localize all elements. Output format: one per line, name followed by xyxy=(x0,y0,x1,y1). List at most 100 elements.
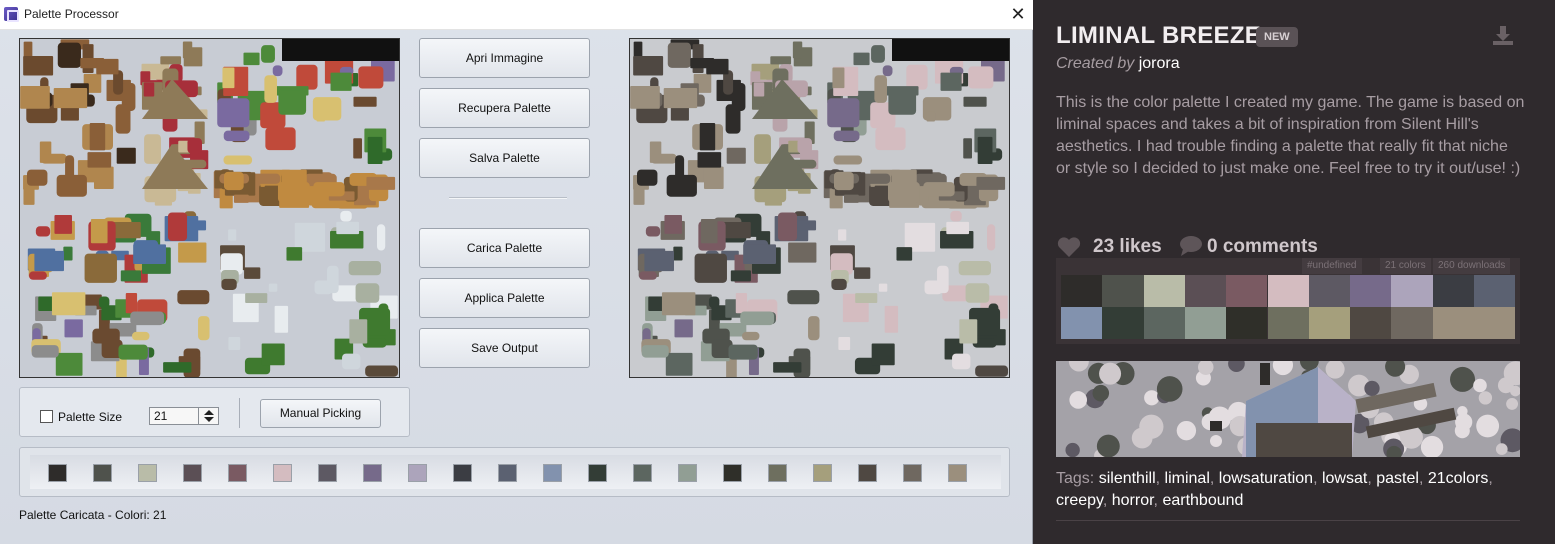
close-button[interactable]: ✕ xyxy=(1008,4,1028,24)
tag-link[interactable]: pastel xyxy=(1376,470,1419,487)
save-palette-button[interactable]: Salva Palette xyxy=(419,138,590,178)
palette-swatch[interactable] xyxy=(498,464,517,482)
palette-cell xyxy=(1184,307,1227,339)
status-text: Palette Caricata - Colori: 21 xyxy=(19,508,167,522)
tag-link[interactable]: creepy xyxy=(1056,492,1103,509)
palette-swatch[interactable] xyxy=(183,464,202,482)
recover-palette-button[interactable]: Recupera Palette xyxy=(419,88,590,128)
palette-size-label: Palette Size xyxy=(58,410,123,424)
tag-link[interactable]: silenthill xyxy=(1099,470,1156,487)
palette-cell xyxy=(1184,275,1227,307)
palette-cell xyxy=(1102,307,1144,339)
palette-cell xyxy=(1267,307,1309,339)
palette-swatch[interactable] xyxy=(228,464,247,482)
palette-info-panel: LIMINAL BREEZE NEW Created by jorora Thi… xyxy=(1034,0,1555,544)
palette-title: LIMINAL BREEZE xyxy=(1056,22,1262,49)
spinner-up-icon[interactable] xyxy=(204,410,214,415)
palette-size-checkbox[interactable] xyxy=(40,410,53,423)
apply-palette-button[interactable]: Applica Palette xyxy=(419,278,590,318)
palette-swatch[interactable] xyxy=(948,464,967,482)
options-group: Palette Size 21 Manual Picking xyxy=(19,387,410,437)
palette-swatch[interactable] xyxy=(48,464,67,482)
tag-link[interactable]: horror xyxy=(1112,492,1154,509)
palette-swatch[interactable] xyxy=(633,464,652,482)
palette-processor-window: Palette Processor ✕ Apri Immagine Recupe… xyxy=(0,0,1033,544)
open-image-button[interactable]: Apri Immagine xyxy=(419,38,590,78)
palette-swatch[interactable] xyxy=(813,464,832,482)
comment-icon[interactable] xyxy=(1178,234,1204,258)
palette-swatch[interactable] xyxy=(678,464,697,482)
palette-cell xyxy=(1350,275,1392,307)
palette-color-count: 21 colors xyxy=(1380,258,1431,274)
palette-strip-inner xyxy=(30,455,1001,489)
palette-cell xyxy=(1226,307,1268,339)
palette-cell xyxy=(1143,307,1185,339)
palette-cell xyxy=(1102,275,1144,307)
palette-swatch[interactable] xyxy=(408,464,427,482)
title-bar: Palette Processor ✕ xyxy=(0,0,1033,30)
palette-swatch[interactable] xyxy=(768,464,787,482)
palette-cell xyxy=(1432,307,1516,339)
author-link[interactable]: jorora xyxy=(1139,55,1180,72)
palette-cell xyxy=(1061,307,1103,339)
palette-swatch[interactable] xyxy=(453,464,472,482)
save-output-button[interactable]: Save Output xyxy=(419,328,590,368)
vertical-separator xyxy=(239,398,240,428)
tag-link[interactable]: lowsat xyxy=(1322,470,1367,487)
created-by: Created by jorora xyxy=(1056,55,1180,73)
palette-swatch[interactable] xyxy=(858,464,877,482)
palette-swatch[interactable] xyxy=(363,464,382,482)
palette-swatch-grid xyxy=(1061,275,1516,339)
palette-cell xyxy=(1308,275,1351,307)
palette-downloads: 260 downloads xyxy=(1433,258,1511,274)
palette-description: This is the color palette I created my g… xyxy=(1056,94,1525,177)
palette-cell xyxy=(1350,307,1392,339)
palette-swatch[interactable] xyxy=(543,464,562,482)
palette-cell xyxy=(1226,275,1268,307)
bottom-divider xyxy=(1056,520,1520,521)
palette-strip xyxy=(19,447,1010,497)
palette-cell xyxy=(1061,275,1103,307)
palette-swatch[interactable] xyxy=(273,464,292,482)
input-tileset-image xyxy=(20,39,399,377)
spinner-down-icon[interactable] xyxy=(204,417,214,422)
palette-swatch[interactable] xyxy=(903,464,922,482)
separator xyxy=(449,197,567,199)
palette-swatch[interactable] xyxy=(93,464,112,482)
download-icon[interactable] xyxy=(1492,24,1514,46)
palette-swatch[interactable] xyxy=(588,464,607,482)
palette-cell xyxy=(1391,275,1433,307)
load-palette-button[interactable]: Carica Palette xyxy=(419,228,590,268)
spinner-arrows[interactable] xyxy=(198,408,218,424)
tag-link[interactable]: liminal xyxy=(1165,470,1210,487)
window-title: Palette Processor xyxy=(24,7,119,21)
tag-link[interactable]: lowsaturation xyxy=(1219,470,1313,487)
input-image xyxy=(19,38,400,378)
palette-hex: #undefined xyxy=(1302,258,1362,274)
palette-size-value: 21 xyxy=(154,409,168,423)
tags-label: Tags: xyxy=(1056,470,1095,487)
palette-cell xyxy=(1432,275,1474,307)
palette-size-spinner[interactable]: 21 xyxy=(149,407,219,425)
palette-swatch[interactable] xyxy=(723,464,742,482)
app-icon xyxy=(4,7,19,22)
comments-count: 0 comments xyxy=(1207,236,1318,257)
palette-cell xyxy=(1143,275,1185,307)
palette-preview-image xyxy=(1056,361,1520,457)
preview-scene xyxy=(1056,361,1520,457)
output-tileset-image xyxy=(630,39,1009,377)
likes-count: 23 likes xyxy=(1093,236,1162,257)
palette-cell xyxy=(1308,307,1351,339)
palette-cell xyxy=(1267,275,1309,307)
created-by-label: Created by xyxy=(1056,55,1135,72)
heart-icon[interactable] xyxy=(1056,235,1082,259)
palette-swatch[interactable] xyxy=(138,464,157,482)
new-badge: NEW xyxy=(1256,27,1298,47)
tag-link[interactable]: earthbound xyxy=(1162,492,1243,509)
manual-picking-button[interactable]: Manual Picking xyxy=(260,399,381,428)
output-image xyxy=(629,38,1010,378)
palette-swatch[interactable] xyxy=(318,464,337,482)
tag-link[interactable]: 21colors xyxy=(1428,470,1488,487)
tags-line: Tags: silenthill, liminal, lowsaturation… xyxy=(1056,470,1493,509)
palette-card[interactable]: #undefined 21 colors 260 downloads xyxy=(1056,258,1520,344)
